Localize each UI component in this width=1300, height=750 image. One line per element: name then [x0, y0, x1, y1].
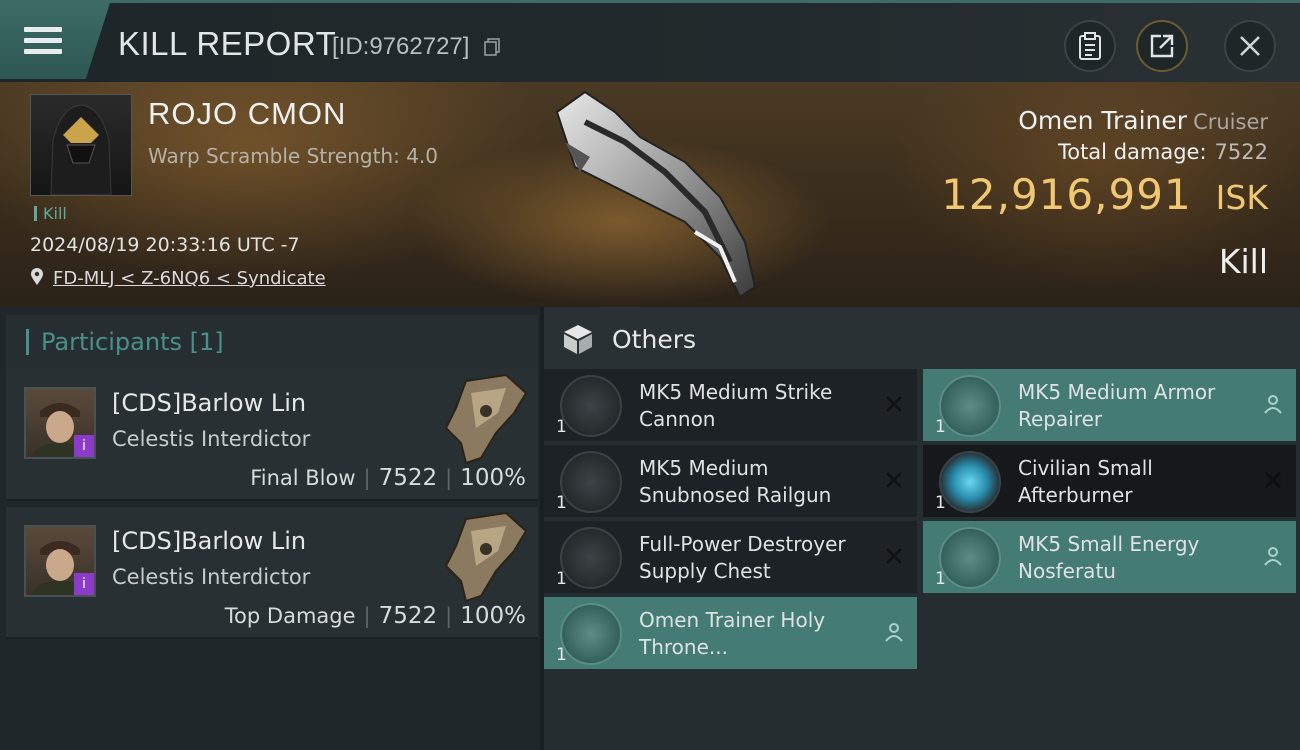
- victim-name[interactable]: ROJO CMON: [148, 96, 346, 132]
- dropped-person-icon: [1264, 547, 1282, 566]
- item-row[interactable]: 1 Omen Trainer Holy Throne...: [544, 597, 917, 669]
- kill-datetime: 2024/08/19 20:33:16 UTC -7: [30, 234, 300, 256]
- item-quantity: 1: [556, 645, 567, 665]
- participant-ship: Celestis Interdictor: [112, 565, 311, 589]
- item-row[interactable]: 1 Full-Power Destroyer Supply Chest: [544, 521, 917, 593]
- report-id: [ID:9762727]: [332, 33, 470, 60]
- copy-icon[interactable]: [484, 38, 500, 56]
- others-panel: Others 1 MK5 Medium Strike Cannon 1 MK5 …: [544, 307, 1300, 750]
- kill-tag: Kill: [34, 206, 67, 222]
- participant-name: [CDS]Barlow Lin: [112, 389, 307, 417]
- item-row[interactable]: 1 MK5 Medium Strike Cannon: [544, 369, 917, 441]
- item-quantity: 1: [556, 417, 567, 437]
- item-name: MK5 Medium Snubnosed Railgun: [639, 456, 832, 507]
- victim-ship-image: [555, 90, 757, 299]
- participants-header: Participants [1]: [6, 315, 538, 371]
- close-button[interactable]: [1224, 20, 1276, 72]
- participant-name: [CDS]Barlow Lin: [112, 527, 307, 555]
- item-name: Full-Power Destroyer Supply Chest: [639, 532, 846, 583]
- participant-stats: Final Blow | 7522 | 100%: [250, 465, 526, 491]
- destroyed-x-icon: [1265, 472, 1281, 488]
- item-row[interactable]: 1 MK5 Medium Snubnosed Railgun: [544, 445, 917, 517]
- isk-value: 12,916,991: [941, 170, 1192, 219]
- participant-ship-image: [444, 373, 528, 465]
- participant-damage: 7522: [378, 603, 438, 629]
- location-pin-icon: [31, 268, 43, 285]
- close-icon: [1240, 36, 1260, 56]
- item-row[interactable]: 1 Civilian Small Afterburner: [923, 445, 1296, 517]
- energy-nosferatu-icon: [939, 527, 1001, 589]
- item-quantity: 1: [556, 569, 567, 589]
- isk-value-line: 12,916,991 ISK: [941, 170, 1268, 219]
- item-row[interactable]: 1 MK5 Small Energy Nosferatu: [923, 521, 1296, 593]
- item-quantity: 1: [935, 493, 946, 513]
- armor-repairer-icon: [939, 375, 1001, 437]
- share-button[interactable]: [1136, 20, 1188, 72]
- menu-button[interactable]: [0, 3, 110, 79]
- participant-avatar[interactable]: i: [24, 525, 96, 597]
- victim-ship-name: Omen Trainer: [1018, 106, 1188, 135]
- destroyed-x-icon: [886, 396, 902, 412]
- clipboard-button[interactable]: [1064, 20, 1116, 72]
- participant-ship-image: [444, 511, 528, 603]
- destroyed-x-icon: [886, 548, 902, 564]
- destroyed-x-icon: [886, 472, 902, 488]
- others-title: Others: [612, 325, 697, 354]
- total-damage: Total damage: 7522: [1058, 140, 1268, 164]
- participant-row[interactable]: i [CDS]Barlow Lin Celestis Interdictor T…: [6, 507, 538, 639]
- participant-percent: 100%: [460, 465, 526, 491]
- total-damage-value: 7522: [1214, 140, 1268, 164]
- participant-badge: i: [74, 435, 94, 457]
- box-icon: [564, 325, 592, 354]
- dropped-person-icon: [885, 623, 903, 642]
- total-damage-label: Total damage:: [1057, 140, 1207, 164]
- railgun-icon: [560, 451, 622, 513]
- item-quantity: 1: [556, 493, 567, 513]
- page-title: KILL REPORT: [118, 25, 337, 62]
- share-icon: [1150, 34, 1174, 58]
- strike-cannon-icon: [560, 375, 622, 437]
- result-label: Kill: [1218, 242, 1268, 281]
- dropped-person-icon: [1264, 395, 1282, 414]
- kill-location-link[interactable]: FD-MLJ < Z-6NQ6 < Syndicate: [53, 268, 326, 289]
- item-name: Civilian Small Afterburner: [1018, 456, 1153, 507]
- ship-hull-icon: [560, 603, 622, 665]
- item-row[interactable]: 1 MK5 Medium Armor Repairer: [923, 369, 1296, 441]
- clipboard-icon: [1079, 32, 1101, 60]
- participants-title: Participants [1]: [26, 329, 224, 355]
- participant-role: Top Damage: [224, 604, 356, 628]
- participant-percent: 100%: [460, 603, 526, 629]
- victim-ship[interactable]: Omen Trainer Cruiser: [1018, 106, 1268, 135]
- others-header: Others: [544, 307, 1300, 369]
- item-quantity: 1: [935, 417, 946, 437]
- isk-unit: ISK: [1215, 178, 1268, 217]
- victim-ship-class: Cruiser: [1193, 110, 1268, 134]
- helmet-icon: [50, 104, 112, 196]
- item-name: MK5 Small Energy Nosferatu: [1018, 532, 1200, 583]
- participant-damage: 7522: [378, 465, 438, 491]
- participants-panel: Participants [1] i [CDS]Barlow Lin Celes…: [0, 307, 540, 750]
- participant-badge: i: [74, 573, 94, 595]
- victim-banner: ROJO CMON Warp Scramble Strength: 4.0 Ki…: [0, 82, 1300, 307]
- supply-chest-icon: [560, 527, 622, 589]
- participant-role: Final Blow: [250, 466, 356, 490]
- participant-stats: Top Damage | 7522 | 100%: [224, 603, 526, 629]
- warp-scramble-strength: Warp Scramble Strength: 4.0: [148, 144, 439, 168]
- item-name: MK5 Medium Strike Cannon: [639, 380, 833, 431]
- participant-ship: Celestis Interdictor: [112, 427, 311, 451]
- participant-avatar[interactable]: i: [24, 387, 96, 459]
- item-quantity: 1: [935, 569, 946, 589]
- item-name: MK5 Medium Armor Repairer: [1018, 380, 1216, 431]
- participant-row[interactable]: i [CDS]Barlow Lin Celestis Interdictor F…: [6, 369, 538, 501]
- item-name: Omen Trainer Holy Throne...: [639, 608, 826, 659]
- menu-icon: [24, 27, 62, 57]
- top-bar: KILL REPORT [ID:9762727]: [0, 0, 1300, 82]
- victim-portrait[interactable]: [30, 94, 132, 196]
- afterburner-icon: [939, 451, 1001, 513]
